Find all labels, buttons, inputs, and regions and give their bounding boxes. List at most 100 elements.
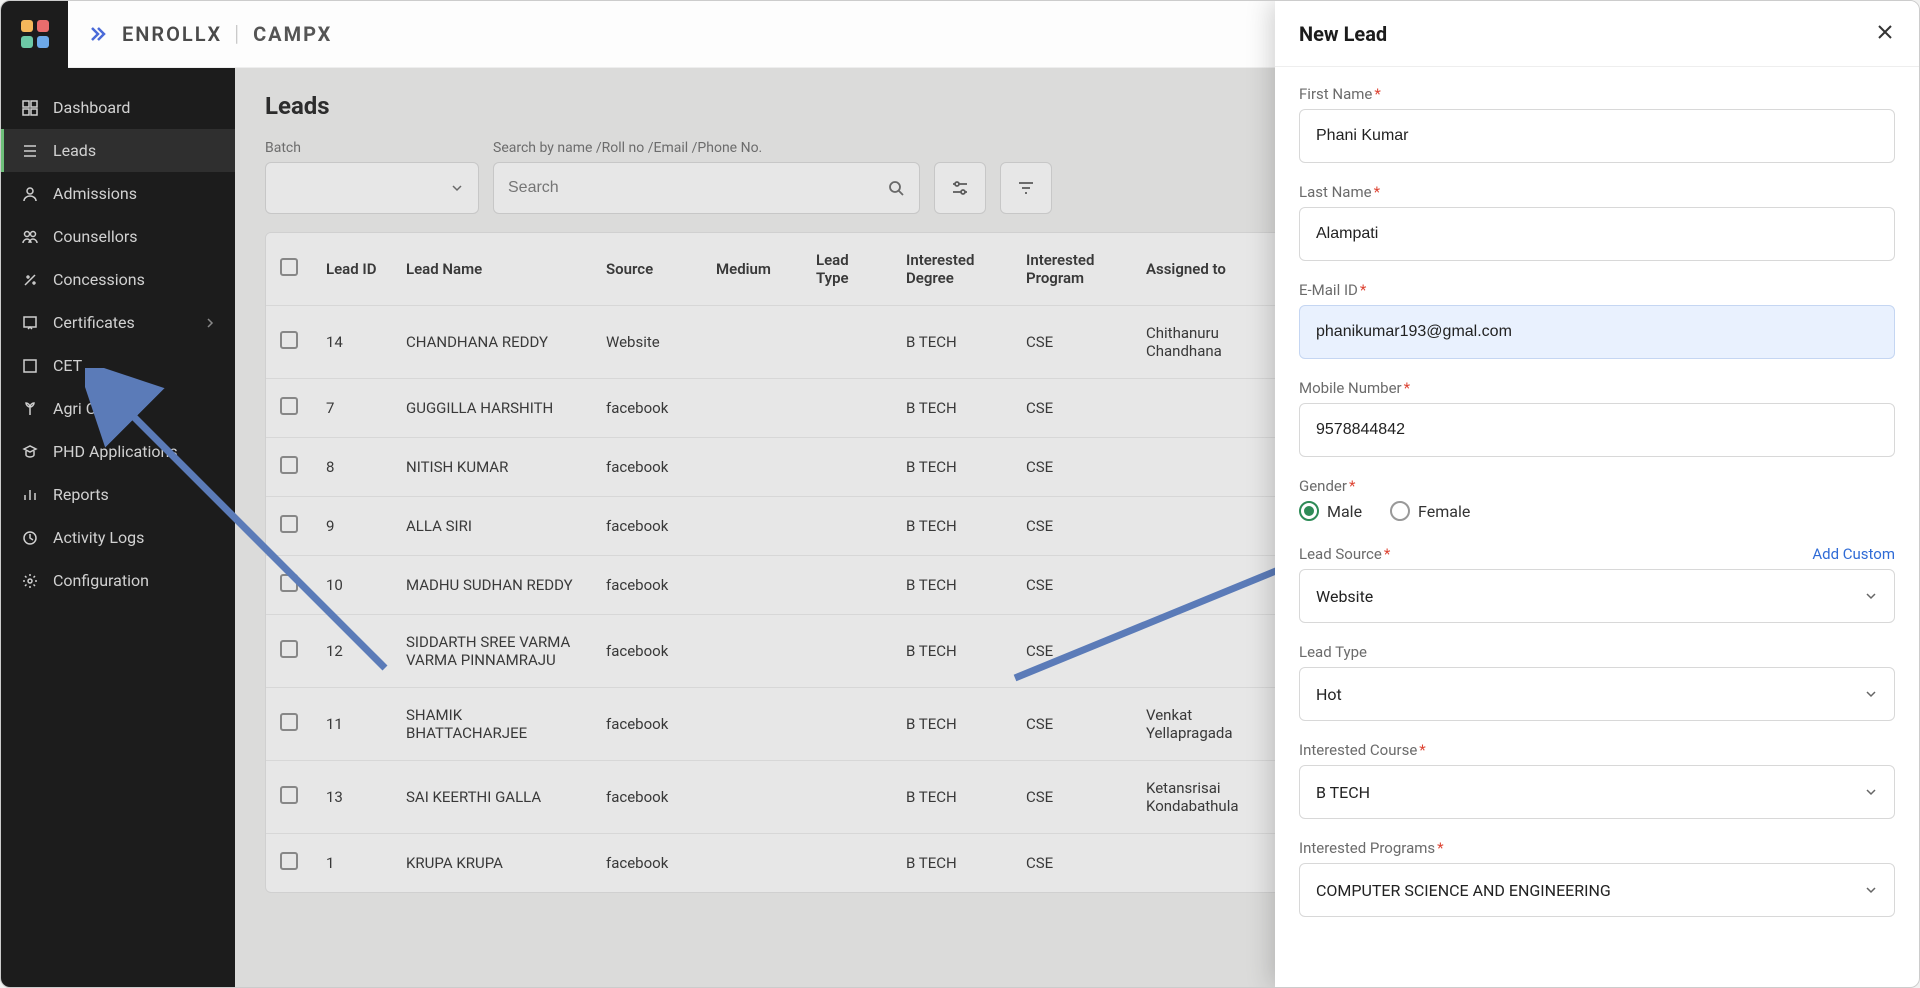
cell-lead-type (802, 761, 892, 834)
table-header[interactable]: Interested Degree (892, 233, 1012, 306)
table-header[interactable]: Lead Name (392, 233, 592, 306)
cell-lead-name: SHAMIK BHATTACHARJEE (392, 688, 592, 761)
sidebar-item-agri-cet[interactable]: Agri CET (1, 387, 235, 430)
activity-logs-icon (21, 529, 39, 547)
row-checkbox[interactable] (280, 331, 298, 349)
sidebar-item-configuration[interactable]: Configuration (1, 559, 235, 602)
table-header[interactable]: Medium (702, 233, 802, 306)
sidebar-item-cet[interactable]: CET (1, 344, 235, 387)
lead-type-select[interactable]: Hot (1299, 667, 1895, 721)
chevron-down-icon (1864, 883, 1878, 897)
batch-select[interactable] (265, 162, 479, 214)
sidebar-item-label: Counsellors (53, 227, 138, 246)
drawer-title: New Lead (1299, 22, 1387, 46)
cell-source: facebook (592, 497, 702, 556)
cell-medium (702, 379, 802, 438)
row-checkbox[interactable] (280, 640, 298, 658)
sidebar-item-label: Leads (53, 141, 96, 160)
last-name-input[interactable] (1299, 207, 1895, 261)
sidebar-item-reports[interactable]: Reports (1, 473, 235, 516)
cell-assigned (1132, 556, 1282, 615)
row-checkbox[interactable] (280, 397, 298, 415)
cell-source: facebook (592, 688, 702, 761)
dashboard-icon (21, 99, 39, 117)
cell-lead-name: NITISH KUMAR (392, 438, 592, 497)
cell-source: Website (592, 306, 702, 379)
cell-lead-name: MADHU SUDHAN REDDY (392, 556, 592, 615)
select-all-checkbox[interactable] (280, 258, 298, 276)
cell-program: CSE (1012, 438, 1132, 497)
add-custom-link[interactable]: Add Custom (1812, 545, 1895, 563)
first-name-input[interactable] (1299, 109, 1895, 163)
mobile-input[interactable] (1299, 403, 1895, 457)
chevron-right-icon (205, 313, 215, 332)
cell-lead-type (802, 306, 892, 379)
cell-lead-type (802, 497, 892, 556)
cell-assigned (1132, 834, 1282, 893)
gender-female-radio[interactable]: Female (1390, 501, 1470, 521)
cell-program: CSE (1012, 834, 1132, 893)
sidebar-item-admissions[interactable]: Admissions (1, 172, 235, 215)
interested-course-select[interactable]: B TECH (1299, 765, 1895, 819)
filter-settings-button[interactable] (934, 162, 986, 214)
row-checkbox[interactable] (280, 456, 298, 474)
filter-extra-button[interactable] (1000, 162, 1052, 214)
gender-male-radio[interactable]: Male (1299, 501, 1362, 521)
row-checkbox[interactable] (280, 574, 298, 592)
brand-logo: ENROLLX | CAMPX (90, 22, 332, 47)
interested-programs-select[interactable]: COMPUTER SCIENCE AND ENGINEERING (1299, 863, 1895, 917)
cell-degree: B TECH (892, 438, 1012, 497)
cell-medium (702, 556, 802, 615)
row-checkbox[interactable] (280, 786, 298, 804)
cell-assigned (1132, 438, 1282, 497)
sidebar-item-activity-logs[interactable]: Activity Logs (1, 516, 235, 559)
email-label: E-Mail ID * (1299, 281, 1895, 299)
table-header[interactable]: Source (592, 233, 702, 306)
chevron-down-icon (1864, 785, 1878, 799)
close-button[interactable] (1875, 22, 1895, 45)
row-checkbox[interactable] (280, 515, 298, 533)
close-icon (1875, 22, 1895, 42)
cell-lead-id: 9 (312, 497, 392, 556)
table-header[interactable]: Lead ID (312, 233, 392, 306)
cell-lead-name: KRUPA KRUPA (392, 834, 592, 893)
cell-source: facebook (592, 615, 702, 688)
chevron-down-icon (1864, 589, 1878, 603)
table-header[interactable]: Assigned to (1132, 233, 1282, 306)
leads-icon (21, 142, 39, 160)
cell-assigned (1132, 615, 1282, 688)
chevron-down-icon (450, 181, 464, 195)
email-input[interactable] (1299, 305, 1895, 359)
cell-lead-name: GUGGILLA HARSHITH (392, 379, 592, 438)
table-header[interactable]: Lead Type (802, 233, 892, 306)
sidebar-item-certificates[interactable]: Certificates (1, 301, 235, 344)
cell-program: CSE (1012, 497, 1132, 556)
lead-source-select[interactable]: Website (1299, 569, 1895, 623)
admissions-icon (21, 185, 39, 203)
table-header[interactable]: Interested Program (1012, 233, 1132, 306)
cell-lead-type (802, 556, 892, 615)
sidebar-item-counsellors[interactable]: Counsellors (1, 215, 235, 258)
sidebar-item-label: PHD Applications (53, 442, 178, 461)
radio-icon (1299, 501, 1319, 521)
sidebar-item-dashboard[interactable]: Dashboard (1, 86, 235, 129)
cell-lead-id: 10 (312, 556, 392, 615)
search-input[interactable] (508, 179, 887, 197)
cell-lead-id: 13 (312, 761, 392, 834)
chevron-down-icon (1864, 687, 1878, 701)
cell-lead-type (802, 615, 892, 688)
cell-program: CSE (1012, 306, 1132, 379)
row-checkbox[interactable] (280, 713, 298, 731)
sidebar-item-label: Agri CET (53, 399, 115, 418)
sidebar-item-label: Dashboard (53, 98, 130, 117)
sidebar-item-concessions[interactable]: Concessions (1, 258, 235, 301)
sidebar-item-leads[interactable]: Leads (1, 129, 235, 172)
cell-medium (702, 834, 802, 893)
cell-degree: B TECH (892, 761, 1012, 834)
row-checkbox[interactable] (280, 852, 298, 870)
sidebar-item-phd-applications[interactable]: PHD Applications (1, 430, 235, 473)
apps-button[interactable] (1, 1, 68, 68)
cell-assigned (1132, 379, 1282, 438)
interested-programs-label: Interested Programs * (1299, 839, 1895, 857)
sidebar: Dashboard Leads Admissions Counsellors C… (1, 68, 235, 987)
